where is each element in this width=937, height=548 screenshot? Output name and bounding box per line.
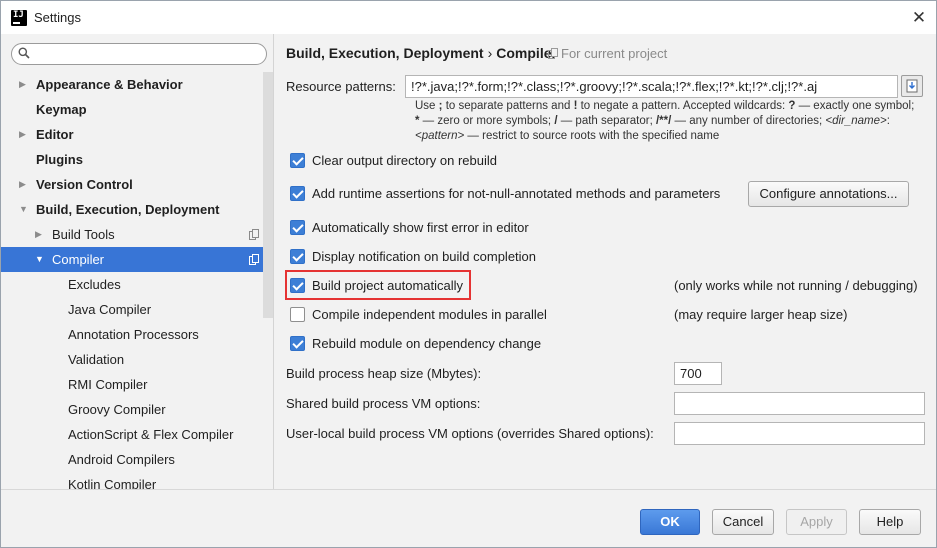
sidebar-item-label: Java Compiler bbox=[68, 302, 152, 317]
sidebar-item-editor[interactable]: ▶ Editor bbox=[1, 122, 273, 147]
sidebar-item-excludes[interactable]: Excludes bbox=[1, 272, 273, 297]
sidebar-item-actionscript-flex-compiler[interactable]: ActionScript & Flex Compiler bbox=[1, 422, 273, 447]
sidebar-item-keymap[interactable]: Keymap bbox=[1, 97, 273, 122]
sidebar-item-validation[interactable]: Validation bbox=[1, 347, 273, 372]
build-automatically-checkbox[interactable] bbox=[290, 278, 305, 293]
expand-icon bbox=[906, 79, 918, 93]
sidebar-item-groovy-compiler[interactable]: Groovy Compiler bbox=[1, 397, 273, 422]
compile-parallel-checkbox[interactable] bbox=[290, 307, 305, 322]
sidebar-item-label: Excludes bbox=[68, 277, 121, 292]
sidebar-item-label: Compiler bbox=[52, 252, 105, 267]
project-copy-icon bbox=[249, 229, 259, 240]
breadcrumb: Build, Execution, Deployment › Compiler bbox=[286, 45, 557, 61]
configure-annotations-button[interactable]: Configure annotations... bbox=[748, 181, 909, 207]
compile-parallel-note: (may require larger heap size) bbox=[674, 307, 848, 322]
build-automatically-note: (only works while not running / debuggin… bbox=[674, 278, 918, 293]
title-bar: IJ Settings ✕ bbox=[1, 1, 936, 34]
compile-parallel-label: Compile independent modules in parallel bbox=[312, 307, 547, 322]
sidebar-scrollbar[interactable] bbox=[263, 72, 273, 318]
intellij-app-icon: IJ bbox=[11, 10, 27, 26]
window-title: Settings bbox=[34, 10, 81, 25]
show-first-error-label: Automatically show first error in editor bbox=[312, 220, 529, 235]
shared-vm-field[interactable] bbox=[674, 392, 925, 415]
clear-output-label: Clear output directory on rebuild bbox=[312, 153, 497, 168]
sidebar-item-appearance-behavior[interactable]: ▶ Appearance & Behavior bbox=[1, 72, 273, 97]
sidebar-item-rmi-compiler[interactable]: RMI Compiler bbox=[1, 372, 273, 397]
settings-window: IJ Settings ✕ ▶ Appearance & Behavior Keym… bbox=[0, 0, 937, 548]
sidebar-item-plugins[interactable]: Plugins bbox=[1, 147, 273, 172]
sidebar-item-kotlin-compiler[interactable]: Kotlin Compiler bbox=[1, 472, 273, 489]
sidebar-item-label: ActionScript & Flex Compiler bbox=[68, 427, 234, 442]
sidebar-item-label: Keymap bbox=[36, 102, 87, 117]
sidebar-item-compiler[interactable]: ▼ Compiler bbox=[1, 247, 273, 272]
search-box[interactable] bbox=[11, 43, 267, 65]
display-notification-label: Display notification on build completion bbox=[312, 249, 537, 264]
close-icon[interactable]: ✕ bbox=[906, 5, 932, 31]
search-icon bbox=[18, 47, 30, 59]
settings-sidebar: ▶ Appearance & Behavior Keymap ▶ Editor Plugi… bbox=[1, 34, 274, 489]
runtime-assertions-label: Add runtime assertions for not-null-anno… bbox=[312, 186, 721, 201]
sidebar-item-build-execution-deployment[interactable]: ▼ Build, Execution, Deployment bbox=[1, 197, 273, 222]
sidebar-item-label: Groovy Compiler bbox=[68, 402, 166, 417]
clear-output-checkbox[interactable] bbox=[290, 153, 305, 168]
user-vm-label: User-local build process VM options (ove… bbox=[286, 426, 654, 441]
help-button[interactable]: Help bbox=[859, 509, 921, 535]
rebuild-on-dependency-checkbox[interactable] bbox=[290, 336, 305, 351]
sidebar-item-version-control[interactable]: ▶ Version Control bbox=[1, 172, 273, 197]
chevron-right-icon[interactable]: ▶ bbox=[19, 72, 29, 97]
sidebar-item-build-tools[interactable]: ▶ Build Tools bbox=[1, 222, 273, 247]
sidebar-item-label: Appearance & Behavior bbox=[36, 77, 183, 92]
sidebar-item-label: Build Tools bbox=[52, 227, 115, 242]
chevron-down-icon[interactable]: ▼ bbox=[35, 247, 45, 272]
breadcrumb-separator: › bbox=[487, 45, 493, 61]
sidebar-item-label: Android Compilers bbox=[68, 452, 175, 467]
project-copy-icon bbox=[548, 48, 558, 59]
heap-size-field[interactable]: 700 bbox=[674, 362, 722, 385]
runtime-assertions-checkbox[interactable] bbox=[290, 186, 305, 201]
sidebar-item-label: Plugins bbox=[36, 152, 83, 167]
chevron-right-icon[interactable]: ▶ bbox=[35, 222, 45, 247]
sidebar-item-annotation-processors[interactable]: Annotation Processors bbox=[1, 322, 273, 347]
dialog-footer: OK Cancel Apply Help bbox=[1, 489, 936, 547]
sidebar-item-android-compilers[interactable]: Android Compilers bbox=[1, 447, 273, 472]
resource-patterns-label: Resource patterns: bbox=[286, 79, 396, 94]
project-copy-icon bbox=[249, 254, 259, 265]
chevron-down-icon[interactable]: ▼ bbox=[19, 197, 29, 222]
heap-size-label: Build process heap size (Mbytes): bbox=[286, 366, 482, 381]
display-notification-checkbox[interactable] bbox=[290, 249, 305, 264]
breadcrumb-parent: Build, Execution, Deployment bbox=[286, 45, 484, 61]
show-first-error-checkbox[interactable] bbox=[290, 220, 305, 235]
sidebar-item-label: Version Control bbox=[36, 177, 133, 192]
sidebar-item-label: Annotation Processors bbox=[68, 327, 199, 342]
build-automatically-label: Build project automatically bbox=[312, 278, 464, 293]
rebuild-on-dependency-label: Rebuild module on dependency change bbox=[312, 336, 542, 351]
sidebar-item-java-compiler[interactable]: Java Compiler bbox=[1, 297, 273, 322]
expand-field-button[interactable] bbox=[901, 75, 923, 97]
ok-button[interactable]: OK bbox=[640, 509, 700, 535]
sidebar-item-label: Kotlin Compiler bbox=[68, 477, 157, 489]
sidebar-item-label: Validation bbox=[68, 352, 125, 367]
resource-patterns-hint: Use ; to separate patterns and ! to nega… bbox=[415, 100, 915, 142]
compiler-settings-panel: Build, Execution, Deployment › Compiler Fo… bbox=[275, 34, 936, 489]
project-scope-label: For current project bbox=[548, 46, 667, 61]
resource-patterns-field[interactable]: !?*.java;!?*.form;!?*.class;!?*.groovy;!… bbox=[405, 75, 898, 98]
sidebar-item-label: RMI Compiler bbox=[68, 377, 148, 392]
chevron-right-icon[interactable]: ▶ bbox=[19, 172, 29, 197]
sidebar-item-label: Editor bbox=[36, 127, 74, 142]
chevron-right-icon[interactable]: ▶ bbox=[19, 122, 29, 147]
shared-vm-label: Shared build process VM options: bbox=[286, 396, 481, 411]
search-input[interactable] bbox=[36, 46, 260, 62]
apply-button[interactable]: Apply bbox=[786, 509, 847, 535]
cancel-button[interactable]: Cancel bbox=[712, 509, 774, 535]
user-vm-field[interactable] bbox=[674, 422, 925, 445]
sidebar-item-label: Build, Execution, Deployment bbox=[36, 202, 220, 217]
